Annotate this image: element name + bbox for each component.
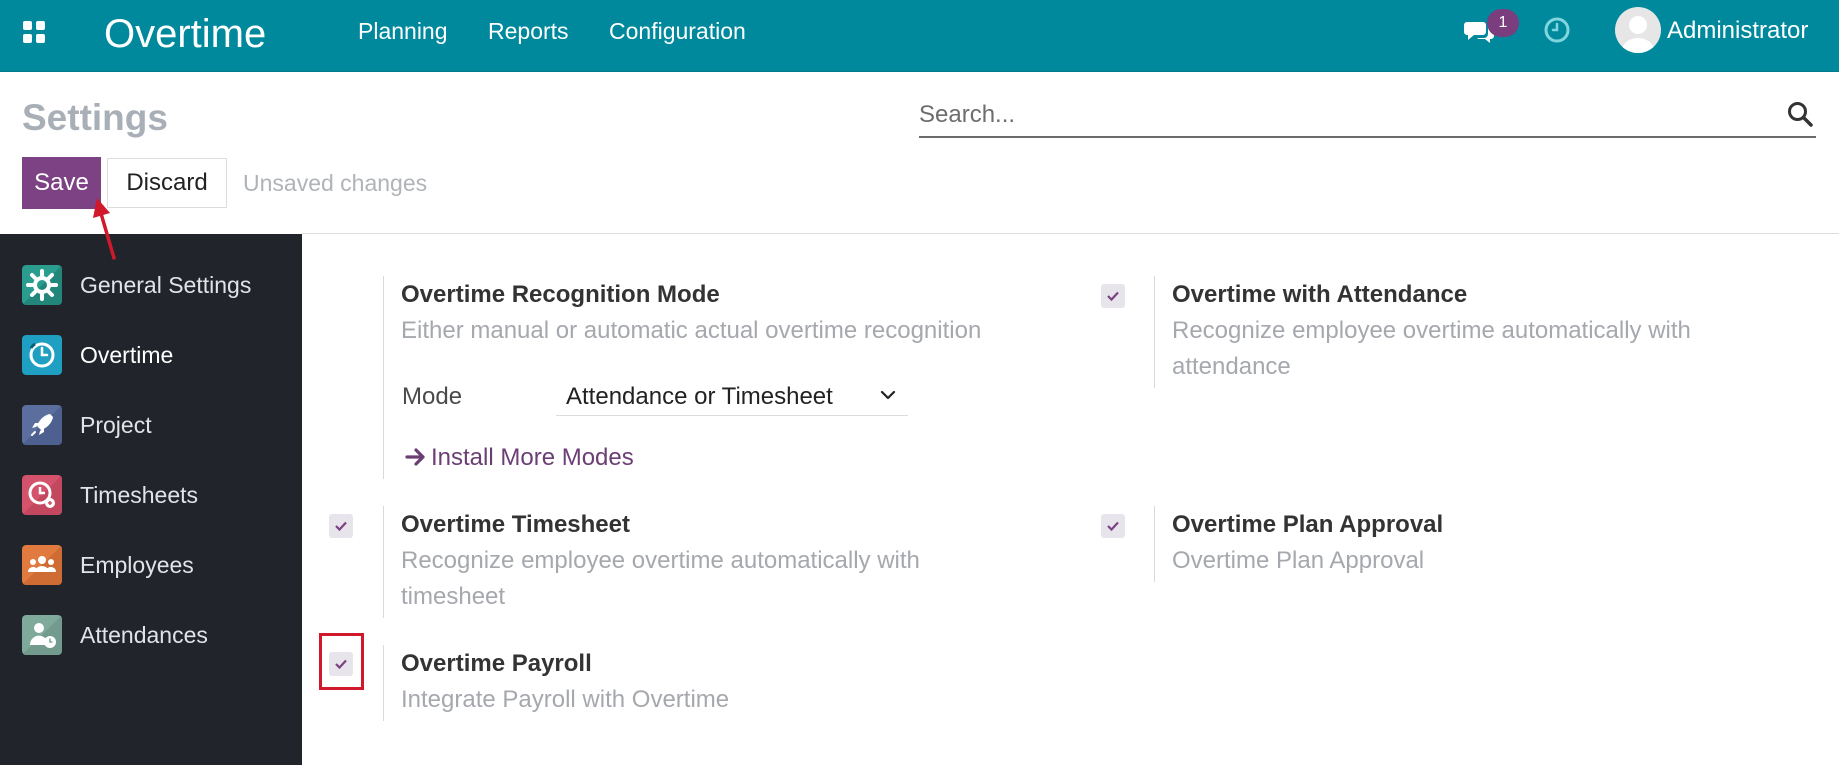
sidebar-item-label: Attendances xyxy=(80,622,208,648)
install-more-modes-link[interactable]: Install More Modes xyxy=(405,443,634,473)
checkmark-icon xyxy=(1107,291,1119,302)
sidebar-item-project[interactable]: Project xyxy=(0,392,302,454)
setting-description: Integrate Payroll with Overtime xyxy=(401,686,730,713)
payroll-checkbox-highlight xyxy=(319,633,364,690)
unsaved-changes-status: Unsaved changes xyxy=(243,170,428,196)
sidebar-item-attendances[interactable]: Attendances xyxy=(0,602,302,664)
setting-overtime-with-attendance: Overtime with Attendance Recognize emplo… xyxy=(1154,276,1794,388)
mode-select[interactable]: Attendance or Timesheet xyxy=(556,376,908,416)
menu-configuration[interactable]: Configuration xyxy=(609,18,746,44)
sidebar-item-label: Overtime xyxy=(80,342,174,368)
overtime-plan-approval-checkbox[interactable] xyxy=(1101,514,1125,538)
activity-clock-icon[interactable] xyxy=(1543,16,1571,44)
sidebar-item-general-settings[interactable]: General Settings xyxy=(0,252,302,314)
app-title: Overtime xyxy=(104,12,267,56)
sidebar-item-label: General Settings xyxy=(80,272,252,298)
setting-title: Overtime Timesheet xyxy=(401,511,630,538)
overtime-clock-icon xyxy=(22,335,62,375)
setting-title: Overtime Plan Approval xyxy=(1172,511,1444,538)
sidebar-item-overtime[interactable]: Overtime xyxy=(0,322,302,384)
setting-divider xyxy=(383,645,384,721)
avatar-silhouette-icon xyxy=(1621,16,1655,53)
setting-divider xyxy=(1154,276,1155,388)
setting-overtime-plan-approval: Overtime Plan Approval Overtime Plan App… xyxy=(1154,506,1794,582)
attendance-icon xyxy=(22,615,62,655)
setting-title: Overtime with Attendance xyxy=(1172,281,1468,308)
setting-description: Recognize employee overtime automaticall… xyxy=(401,547,920,574)
setting-divider xyxy=(383,276,384,479)
sidebar-item-label: Employees xyxy=(80,552,194,578)
setting-description: timesheet xyxy=(401,583,506,610)
people-icon xyxy=(22,545,62,585)
setting-description: Either manual or automatic actual overti… xyxy=(401,317,982,344)
arrow-right-icon xyxy=(405,448,425,466)
setting-overtime-payroll: Overtime Payroll Integrate Payroll with … xyxy=(383,645,1023,721)
search-icon[interactable] xyxy=(1786,100,1814,128)
overtime-timesheet-checkbox[interactable] xyxy=(329,514,353,538)
setting-title: Overtime Recognition Mode xyxy=(401,281,720,308)
setting-title: Overtime Payroll xyxy=(401,650,592,677)
setting-divider xyxy=(1154,506,1155,582)
gear-icon xyxy=(22,265,62,305)
user-name[interactable]: Administrator xyxy=(1667,17,1808,45)
sidebar-item-label: Project xyxy=(80,412,152,438)
setting-description: Overtime Plan Approval xyxy=(1172,547,1425,574)
timesheet-icon xyxy=(22,475,62,515)
checkmark-icon xyxy=(1107,521,1119,532)
checkmark-icon xyxy=(335,521,347,532)
discard-button[interactable]: Discard xyxy=(107,158,227,208)
install-more-modes-label: Install More Modes xyxy=(431,444,634,471)
sidebar-item-timesheets[interactable]: Timesheets xyxy=(0,462,302,524)
setting-description: attendance xyxy=(1172,353,1291,380)
search-box xyxy=(919,94,1816,138)
overtime-attendance-checkbox[interactable] xyxy=(1101,284,1125,308)
setting-overtime-timesheet: Overtime Timesheet Recognize employee ov… xyxy=(383,506,1023,618)
top-navbar: Overtime Planning Reports Configuration … xyxy=(0,0,1839,72)
sidebar-item-employees[interactable]: Employees xyxy=(0,532,302,594)
panel-divider xyxy=(302,233,1839,234)
menu-reports[interactable]: Reports xyxy=(488,18,569,44)
mode-label: Mode xyxy=(402,383,463,410)
search-input[interactable] xyxy=(919,98,1759,132)
user-avatar[interactable] xyxy=(1615,7,1661,53)
page-title: Settings xyxy=(22,97,168,138)
mode-select-value: Attendance or Timesheet xyxy=(566,383,833,410)
chevron-down-icon xyxy=(880,390,896,400)
sidebar-item-label: Timesheets xyxy=(80,482,199,508)
apps-menu-icon[interactable] xyxy=(22,20,46,44)
chat-badge: 1 xyxy=(1487,9,1519,37)
menu-planning[interactable]: Planning xyxy=(358,18,448,44)
setting-divider xyxy=(383,506,384,618)
setting-description: Recognize employee overtime automaticall… xyxy=(1172,317,1691,344)
annotation-arrow-icon xyxy=(93,198,116,260)
rocket-icon xyxy=(22,405,62,445)
